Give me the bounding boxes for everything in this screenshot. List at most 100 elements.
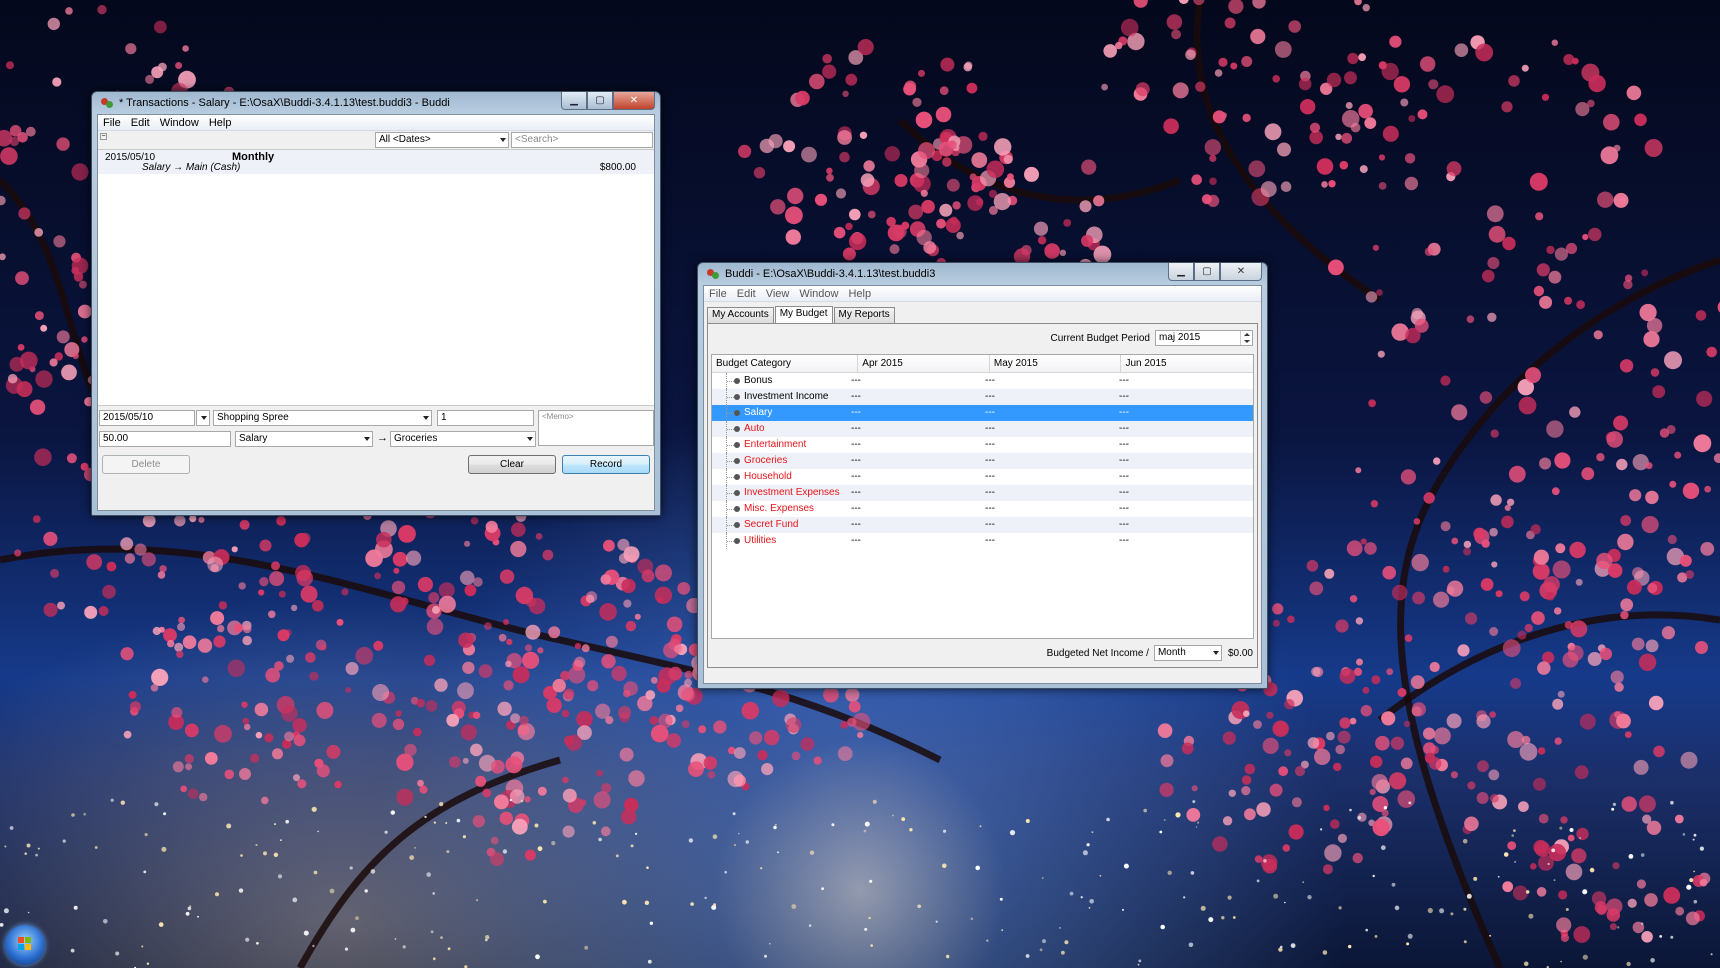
budget-value-jun[interactable]: ---: [1115, 485, 1249, 501]
column-header-may[interactable]: May 2015: [990, 355, 1122, 372]
budget-row[interactable]: Groceries --- --- ---: [712, 453, 1253, 469]
start-button[interactable]: [5, 925, 45, 965]
budget-row[interactable]: Household --- --- ---: [712, 469, 1253, 485]
budget-category-cell: Investment Expenses: [712, 485, 847, 501]
budget-value-jun[interactable]: ---: [1115, 533, 1249, 549]
budget-value-apr[interactable]: ---: [847, 485, 981, 501]
close-icon: ✕: [629, 95, 639, 106]
budget-row[interactable]: Salary --- --- ---: [712, 405, 1253, 421]
date-input[interactable]: 2015/05/10: [99, 410, 195, 426]
category-node-icon: [734, 522, 740, 528]
budget-value-jun[interactable]: ---: [1115, 437, 1249, 453]
description-dropdown[interactable]: Shopping Spree: [213, 410, 432, 426]
tree-line: [726, 533, 734, 549]
minimize-button[interactable]: ▁: [1168, 263, 1194, 281]
category-node-icon: [734, 458, 740, 464]
menu-window[interactable]: Window: [155, 117, 204, 129]
budget-period-spinner[interactable]: maj 2015: [1155, 330, 1253, 346]
budget-value-apr[interactable]: ---: [847, 469, 981, 485]
budget-value-apr[interactable]: ---: [847, 389, 981, 405]
chevron-down-icon: [500, 138, 506, 142]
buddi-titlebar[interactable]: Buddi - E:\OsaX\Buddi-3.4.1.13\test.budd…: [703, 263, 1262, 285]
search-input[interactable]: <Search>: [511, 132, 653, 148]
net-income-period-dropdown[interactable]: Month: [1153, 645, 1222, 661]
budget-value-jun[interactable]: ---: [1115, 405, 1249, 421]
budget-value-jun[interactable]: ---: [1115, 517, 1249, 533]
budget-value-apr[interactable]: ---: [847, 437, 981, 453]
maximize-icon: ▢: [595, 95, 605, 106]
maximize-button[interactable]: ▢: [587, 92, 613, 110]
budget-value-apr[interactable]: ---: [847, 421, 981, 437]
budget-value-may[interactable]: ---: [981, 373, 1115, 389]
budget-value-may[interactable]: ---: [981, 501, 1115, 517]
menu-window[interactable]: Window: [794, 288, 843, 300]
from-account-dropdown[interactable]: Salary: [235, 431, 373, 447]
budget-value-apr[interactable]: ---: [847, 517, 981, 533]
spinner-arrows-icon[interactable]: [1240, 331, 1252, 345]
budget-value-may[interactable]: ---: [981, 533, 1115, 549]
record-button[interactable]: Record: [562, 455, 650, 474]
budget-value-jun[interactable]: ---: [1115, 453, 1249, 469]
clear-button[interactable]: Clear: [468, 455, 556, 474]
menu-file[interactable]: File: [98, 117, 126, 129]
column-header-apr[interactable]: Apr 2015: [858, 355, 990, 372]
maximize-icon: ▢: [1202, 266, 1212, 277]
budget-row[interactable]: Investment Expenses --- --- ---: [712, 485, 1253, 501]
budget-row[interactable]: Secret Fund --- --- ---: [712, 517, 1253, 533]
buddi-app-icon: [706, 267, 720, 281]
close-button[interactable]: ✕: [1220, 263, 1262, 281]
delete-button[interactable]: Delete: [102, 455, 190, 474]
budget-value-apr[interactable]: ---: [847, 405, 981, 421]
budget-row[interactable]: Entertainment --- --- ---: [712, 437, 1253, 453]
minimize-button[interactable]: ▁: [561, 92, 587, 110]
budget-value-may[interactable]: ---: [981, 389, 1115, 405]
transactions-titlebar[interactable]: * Transactions - Salary - E:\OsaX\Buddi-…: [97, 92, 655, 114]
budget-row[interactable]: Investment Income --- --- ---: [712, 389, 1253, 405]
menu-file[interactable]: File: [704, 288, 732, 300]
budget-value-may[interactable]: ---: [981, 485, 1115, 501]
menu-edit[interactable]: Edit: [126, 117, 155, 129]
budget-row[interactable]: Utilities --- --- ---: [712, 533, 1253, 549]
budget-category-name: Misc. Expenses: [744, 503, 815, 514]
maximize-button[interactable]: ▢: [1194, 263, 1220, 281]
budget-value-jun[interactable]: ---: [1115, 469, 1249, 485]
menu-help[interactable]: Help: [204, 117, 237, 129]
budget-category-name: Groceries: [744, 455, 788, 466]
column-header-category[interactable]: Budget Category: [712, 355, 859, 372]
transaction-row[interactable]: 2015/05/10 Monthly Salary → Main (Cash) …: [98, 150, 654, 174]
budget-value-jun[interactable]: ---: [1115, 501, 1249, 517]
date-filter-dropdown[interactable]: All <Dates>: [375, 132, 509, 148]
amount-input[interactable]: 50.00: [99, 431, 231, 447]
budget-row[interactable]: Auto --- --- ---: [712, 421, 1253, 437]
budget-value-apr[interactable]: ---: [847, 501, 981, 517]
budget-row[interactable]: Bonus --- --- ---: [712, 373, 1253, 389]
menu-help[interactable]: Help: [843, 288, 876, 300]
tab-my-reports[interactable]: My Reports: [833, 307, 895, 323]
budget-value-may[interactable]: ---: [981, 405, 1115, 421]
memo-textarea[interactable]: <Memo>: [538, 410, 654, 446]
budget-value-jun[interactable]: ---: [1115, 389, 1249, 405]
to-account-dropdown[interactable]: Groceries: [390, 431, 536, 447]
budget-value-may[interactable]: ---: [981, 517, 1115, 533]
budget-value-may[interactable]: ---: [981, 469, 1115, 485]
budget-value-may[interactable]: ---: [981, 437, 1115, 453]
tab-my-budget[interactable]: My Budget: [774, 306, 833, 324]
number-input[interactable]: 1: [437, 410, 534, 426]
budget-value-jun[interactable]: ---: [1115, 373, 1249, 389]
date-picker-button[interactable]: [196, 410, 210, 426]
budget-category-name: Bonus: [744, 375, 773, 386]
menu-edit[interactable]: Edit: [732, 288, 761, 300]
column-header-jun[interactable]: Jun 2015: [1121, 355, 1253, 372]
budget-value-may[interactable]: ---: [981, 453, 1115, 469]
budget-value-may[interactable]: ---: [981, 421, 1115, 437]
budget-value-jun[interactable]: ---: [1115, 421, 1249, 437]
budget-row[interactable]: Misc. Expenses --- --- ---: [712, 501, 1253, 517]
collapse-icon[interactable]: −: [100, 133, 107, 140]
menu-view[interactable]: View: [761, 288, 795, 300]
budget-value-apr[interactable]: ---: [847, 533, 981, 549]
close-button[interactable]: ✕: [613, 92, 655, 110]
budget-value-apr[interactable]: ---: [847, 453, 981, 469]
tab-my-accounts[interactable]: My Accounts: [707, 307, 774, 323]
budget-value-apr[interactable]: ---: [847, 373, 981, 389]
calendar-dropdown-icon: [201, 416, 207, 420]
